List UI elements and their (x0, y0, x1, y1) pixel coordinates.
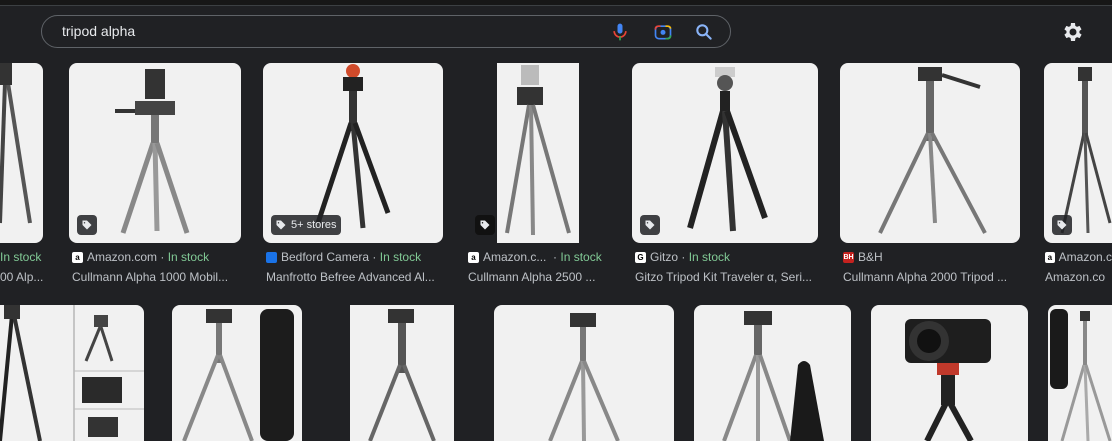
result-source-7[interactable]: a Amazon.c (1045, 250, 1112, 264)
amazon-favicon: a (468, 251, 479, 263)
price-tag (1052, 215, 1072, 235)
amazon-favicon: a (72, 251, 83, 263)
result-image-2[interactable] (69, 63, 241, 243)
tripod-image (505, 65, 571, 236)
result-title-5[interactable]: Gitzo Tripod Kit Traveler α, Seri... (635, 270, 818, 284)
camera-tripod-image (905, 319, 991, 441)
gitzo-favicon: G (635, 251, 646, 263)
result-title-3[interactable]: Manfrotto Befree Advanced Al... (266, 270, 444, 284)
result-image-5[interactable] (632, 63, 818, 243)
result-image-12[interactable] (694, 305, 851, 441)
stores-badge: 5+ stores (271, 215, 341, 235)
bedford-favicon (266, 251, 277, 263)
result-image-10[interactable] (350, 305, 454, 441)
tag-icon (480, 220, 490, 230)
tripod-image (0, 305, 144, 441)
tripod-image (368, 309, 436, 441)
result-image-3[interactable]: 5+ stores (263, 63, 443, 243)
search-box[interactable] (41, 15, 731, 48)
result-image-1[interactable] (0, 63, 43, 243)
top-bar (0, 0, 1112, 6)
tripod-image (182, 309, 294, 441)
tripod-image (115, 69, 190, 234)
result-source-6[interactable]: BH B&H (843, 250, 1023, 264)
bh-favicon: BH (843, 251, 854, 263)
tripod-image (0, 63, 32, 224)
result-source-4[interactable]: a Amazon.c... · In stock (468, 250, 613, 264)
result-image-14[interactable] (1048, 305, 1112, 441)
result-title-7[interactable]: Amazon.co (1045, 270, 1112, 284)
search-input[interactable] (62, 23, 582, 39)
result-source-5[interactable]: G Gitzo · In stock (635, 250, 815, 264)
result-title-2[interactable]: Cullmann Alpha 1000 Mobil... (72, 270, 244, 284)
tripod-image (548, 313, 620, 441)
tag-icon (645, 220, 655, 230)
price-tag (77, 215, 97, 235)
price-tag (640, 215, 660, 235)
lens-icon[interactable] (653, 22, 673, 42)
result-title-6[interactable]: Cullmann Alpha 2000 Tripod ... (843, 270, 1021, 284)
tripod-image (722, 311, 824, 441)
result-title-1[interactable]: 00 Alp... (0, 270, 50, 284)
search-icon[interactable] (694, 22, 714, 42)
result-image-11[interactable] (494, 305, 674, 441)
tripod-image (687, 67, 768, 232)
result-image-8[interactable] (0, 305, 144, 441)
tripod-image (1050, 309, 1112, 441)
result-source-1: In stock (0, 250, 42, 264)
result-source-2[interactable]: a Amazon.com · In stock (72, 250, 252, 264)
gear-icon[interactable] (1060, 20, 1084, 44)
price-tag (475, 215, 495, 235)
result-image-4[interactable] (475, 63, 579, 243)
amazon-favicon: a (1045, 251, 1055, 263)
result-image-9[interactable] (172, 305, 302, 441)
mic-icon[interactable] (610, 22, 630, 42)
result-title-4[interactable]: Cullmann Alpha 2500 ... (468, 270, 608, 284)
result-source-3[interactable]: Bedford Camera · In stock (266, 250, 446, 264)
result-image-7[interactable] (1044, 63, 1112, 243)
tag-icon (1057, 220, 1067, 230)
tag-icon (82, 220, 92, 230)
tripod-image (878, 67, 987, 234)
tag-icon (276, 220, 286, 230)
result-image-6[interactable] (840, 63, 1020, 243)
result-image-13[interactable] (871, 305, 1028, 441)
